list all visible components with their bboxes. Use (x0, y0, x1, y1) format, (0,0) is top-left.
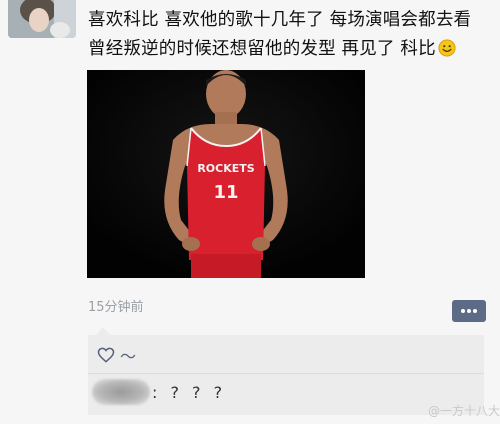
comment-item[interactable]: : ? ? ? (92, 379, 226, 405)
heart-outline-icon (97, 347, 115, 363)
divider (88, 373, 484, 374)
comment-text: : ? ? ? (152, 382, 227, 402)
jersey-number-text: 11 (213, 182, 238, 203)
moments-post: 喜欢科比 喜欢他的歌十几年了 每场演唱会都去看 曾经叛逆的时候还想留他的发型 再… (0, 0, 500, 424)
likes-text: ～ (120, 347, 137, 366)
blurred-commenter-name[interactable] (92, 379, 150, 405)
watermark: @一方十八大 (428, 404, 500, 418)
post-text-line-1: 喜欢科比 喜欢他的歌十几年了 每场演唱会都去看 (88, 10, 472, 30)
comment-dot-icon (461, 309, 465, 313)
post-timestamp: 15分钟前 (88, 300, 144, 315)
comment-dot-icon (467, 309, 471, 313)
post-text-line-2-content: 曾经叛逆的时候还想留他的发型 再见了 科比 (88, 39, 436, 59)
smile-emoji-icon (438, 39, 456, 57)
comment-box-arrow (96, 327, 110, 335)
post-photo[interactable]: ROCKETS 11 (87, 70, 365, 278)
post-text-line-2: 曾经叛逆的时候还想留他的发型 再见了 科比 (88, 35, 488, 64)
jersey-team-text: ROCKETS (197, 162, 254, 175)
avatar[interactable] (8, 0, 76, 38)
comment-dot-icon (473, 309, 477, 313)
basketball-player-image: ROCKETS 11 (87, 70, 365, 278)
likes-row[interactable]: ～ (96, 343, 136, 367)
post-text: 喜欢科比 喜欢他的歌十几年了 每场演唱会都去看 曾经叛逆的时候还想留他的发型 再… (88, 6, 488, 64)
likes-comments-box: ～ : ? ? ? (88, 335, 484, 415)
comment-button[interactable] (452, 300, 486, 322)
